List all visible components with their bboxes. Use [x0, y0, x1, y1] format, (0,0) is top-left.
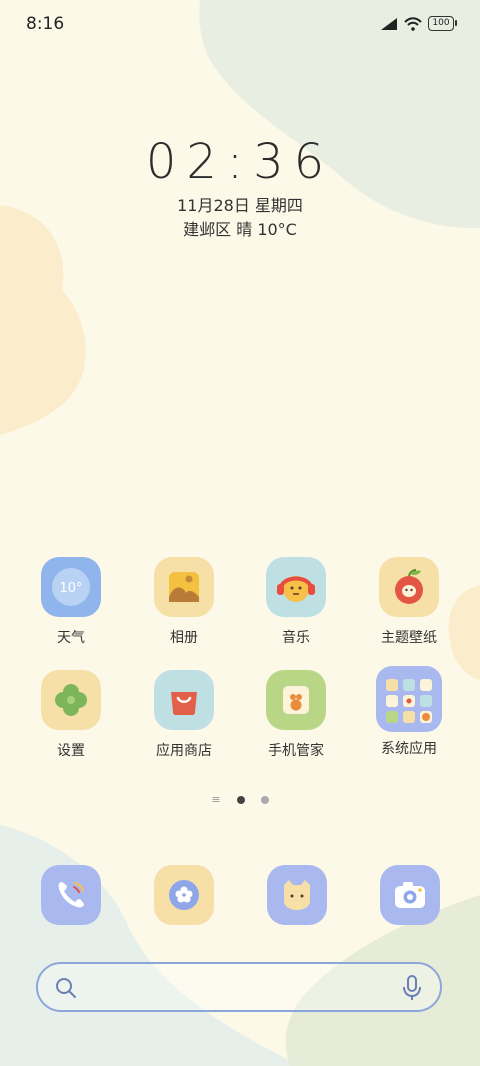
- store-icon: [154, 670, 214, 730]
- dock-browser[interactable]: [154, 865, 214, 925]
- weather-icon: 10°: [41, 557, 101, 617]
- status-time: 8:16: [26, 14, 65, 34]
- weather-icon-text: 10°: [59, 581, 82, 596]
- search-icon[interactable]: [54, 976, 78, 1000]
- music-icon: [266, 557, 326, 617]
- dock-camera[interactable]: [380, 865, 440, 925]
- phone-manager-icon: [266, 670, 326, 730]
- app-settings[interactable]: 设置: [15, 670, 127, 760]
- page-list-icon[interactable]: ≡: [211, 794, 220, 805]
- app-label: 应用商店: [156, 743, 212, 759]
- battery-icon: 100: [428, 16, 457, 31]
- app-phone-manager[interactable]: 手机管家: [240, 670, 352, 760]
- page-dot: [260, 796, 269, 804]
- phone-icon: [58, 882, 84, 908]
- search-bar[interactable]: [36, 962, 442, 1012]
- clock-date: 11月28日 星期四: [177, 196, 303, 215]
- app-label: 音乐: [282, 630, 310, 646]
- app-label: 天气: [57, 630, 85, 646]
- app-label: 相册: [170, 630, 198, 646]
- photo-icon: [154, 557, 214, 617]
- app-store[interactable]: 应用商店: [128, 670, 240, 760]
- clock-weather[interactable]: 建邺区 晴 10°C: [0, 216, 480, 240]
- page-indicator[interactable]: ≡: [0, 794, 480, 805]
- messages-icon: [284, 880, 310, 910]
- app-label: 主题壁纸: [381, 630, 437, 646]
- clock-time[interactable]: 02:36: [0, 134, 480, 190]
- page-dot-active: [236, 796, 245, 804]
- settings-icon: [41, 670, 101, 730]
- status-bar: 8:16 100: [0, 0, 480, 48]
- wifi-icon: [404, 16, 422, 31]
- app-themes[interactable]: 主题壁纸: [353, 557, 465, 647]
- system-folder-icon: [376, 666, 442, 732]
- app-music[interactable]: 音乐: [240, 557, 352, 647]
- camera-icon: [395, 882, 425, 908]
- signal-icon: [381, 17, 397, 30]
- app-photos[interactable]: 相册: [128, 557, 240, 647]
- microphone-icon[interactable]: [400, 974, 424, 1002]
- app-label: 手机管家: [268, 743, 324, 759]
- app-weather[interactable]: 10° 天气: [15, 557, 127, 647]
- app-label: 设置: [57, 743, 85, 759]
- dock-phone[interactable]: [41, 865, 101, 925]
- flower-icon: [169, 880, 199, 910]
- app-label: 系统应用: [381, 741, 437, 757]
- dock-messages[interactable]: [267, 865, 327, 925]
- home-screen: 8:16 100 02:36 11月28日 星期四 建邺区 晴 10°C 10°…: [0, 0, 480, 1066]
- app-system-folder[interactable]: 系统应用: [353, 666, 465, 758]
- theme-icon: [379, 557, 439, 617]
